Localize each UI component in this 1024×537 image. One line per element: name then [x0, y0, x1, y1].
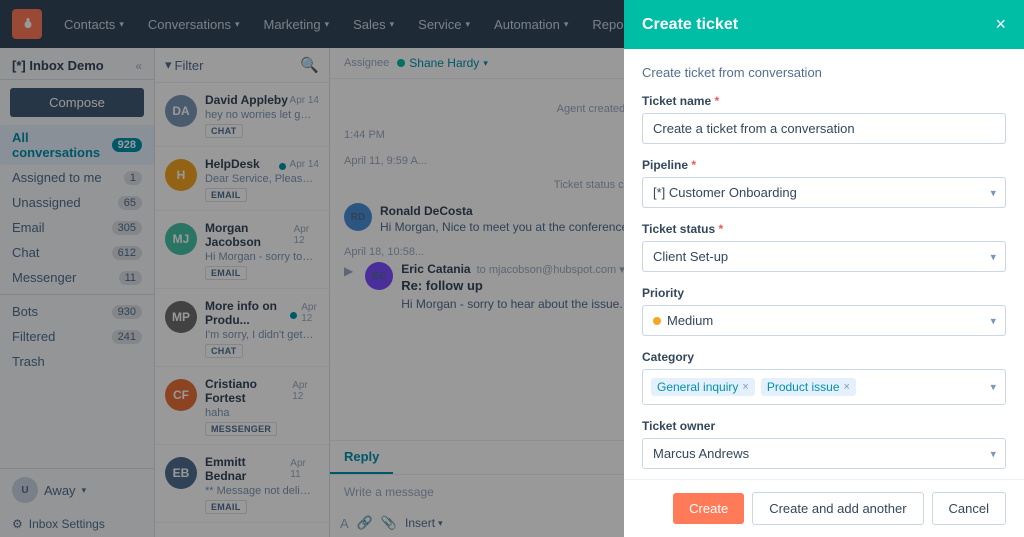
priority-select-wrapper: Medium ▾ [642, 305, 1006, 336]
remove-tag-product[interactable]: × [844, 381, 850, 393]
create-button[interactable]: Create [673, 493, 744, 524]
category-group: Category General inquiry × Product issue… [642, 350, 1006, 405]
ticket-status-group: Ticket status * Client Set-upNewWaiting … [642, 222, 1006, 272]
pipeline-select-wrapper: [*] Customer OnboardingSupport PipelineS… [642, 177, 1006, 208]
ticket-owner-select-wrapper: Marcus AndrewsShane Hardy ▾ [642, 438, 1006, 469]
ticket-status-select[interactable]: Client Set-upNewWaiting on Contact [642, 241, 1006, 272]
category-label: Category [642, 350, 1006, 364]
ticket-owner-label: Ticket owner [642, 419, 1006, 433]
modal-title: Create ticket [642, 16, 738, 34]
modal-header: Create ticket × [624, 0, 1024, 49]
ticket-name-label: Ticket name * [642, 94, 1006, 108]
category-tag-product: Product issue × [761, 378, 856, 396]
priority-dot [653, 317, 661, 325]
modal-footer: Create Create and add another Cancel [624, 479, 1024, 537]
ticket-name-input[interactable] [642, 113, 1006, 144]
pipeline-label: Pipeline * [642, 158, 1006, 172]
category-tag-general: General inquiry × [651, 378, 755, 396]
priority-group: Priority Medium ▾ [642, 286, 1006, 336]
cancel-button[interactable]: Cancel [932, 492, 1006, 525]
ticket-name-group: Ticket name * [642, 94, 1006, 144]
modal-overlay: Create ticket × Create ticket from conve… [0, 0, 1024, 537]
ticket-status-select-wrapper: Client Set-upNewWaiting on Contact ▾ [642, 241, 1006, 272]
ticket-owner-select[interactable]: Marcus AndrewsShane Hardy [642, 438, 1006, 469]
create-and-add-button[interactable]: Create and add another [752, 492, 923, 525]
priority-label: Priority [642, 286, 1006, 300]
ticket-status-label: Ticket status * [642, 222, 1006, 236]
category-field[interactable]: General inquiry × Product issue × [642, 369, 1006, 405]
pipeline-select[interactable]: [*] Customer OnboardingSupport PipelineS… [642, 177, 1006, 208]
modal-close-button[interactable]: × [995, 14, 1006, 35]
create-ticket-modal: Create ticket × Create ticket from conve… [624, 0, 1024, 537]
ticket-owner-group: Ticket owner Marcus AndrewsShane Hardy ▾ [642, 419, 1006, 469]
remove-tag-general[interactable]: × [742, 381, 748, 393]
modal-body: Create ticket from conversation Ticket n… [624, 49, 1024, 479]
modal-subtitle: Create ticket from conversation [642, 65, 1006, 80]
priority-display[interactable]: Medium [642, 305, 1006, 336]
pipeline-group: Pipeline * [*] Customer OnboardingSuppor… [642, 158, 1006, 208]
